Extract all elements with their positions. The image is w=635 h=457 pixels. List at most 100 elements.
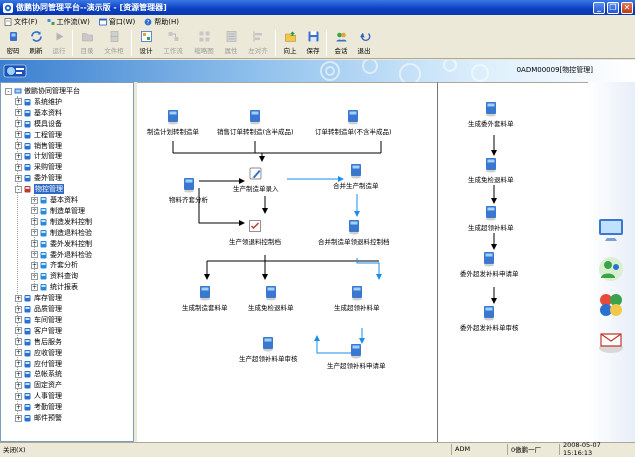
password-button[interactable]: 密码 [2,29,24,57]
node-order-to-manufacture[interactable]: 订单转制造单(不含半成品) [315,109,392,136]
node-issue-return-control[interactable]: 生产领退料控制档 [229,219,281,246]
expand-toggle[interactable]: + [15,370,22,378]
node-outsource-approve[interactable]: 委外超发补料单审核 [460,305,519,332]
node-merge-issue-control[interactable]: 合并制造单领退料控制档 [318,219,390,246]
tree-item[interactable]: + 考勤管理 [15,402,62,412]
restore-button[interactable]: ❐ [607,1,619,14]
tree-item[interactable]: + 模具设备 [15,119,62,129]
tree-item[interactable]: + 车间管理 [15,315,62,325]
properties-button[interactable]: 属性 [220,29,242,57]
thumbnail-button[interactable]: 缩略图 [189,29,219,57]
node-order-entry[interactable]: 生产制造单录入 [233,166,279,193]
module-icon [24,392,32,400]
node-supplement-approve[interactable]: 生产超领补料单审核 [239,336,298,363]
tree-item-label: 齐套分析 [50,261,78,270]
up-button[interactable]: 向上 [279,29,301,57]
expand-toggle[interactable]: + [15,174,22,182]
node-outsource-request[interactable]: 委外超发补料申请单 [460,251,519,278]
tree-root[interactable]: - 傲鹏协同管理平台 [5,86,80,96]
tree-item[interactable]: + 计划管理 [15,151,62,161]
tree-item[interactable]: + 人事管理 [15,391,62,401]
tree-subitem[interactable]: + 统计报表 [31,282,78,292]
expand-toggle[interactable]: + [15,120,22,128]
node-sales-to-order[interactable]: 销售订单转制造(含半成品) [217,109,294,136]
menu-file[interactable]: 文件(F) [4,17,38,27]
node-outsource-kit[interactable]: 生成委外套料单 [468,101,514,128]
expand-toggle[interactable]: + [15,327,22,335]
contacts-shortcut[interactable] [595,254,627,284]
exit-button[interactable]: 退出 [353,29,375,57]
expand-toggle[interactable]: + [15,294,22,302]
expand-toggle[interactable]: + [15,403,22,411]
menu-workflow[interactable]: 工作流(W) [47,17,90,27]
expand-toggle[interactable]: + [15,360,22,367]
tree-item[interactable]: + 固定资产 [15,380,62,390]
tree-subitem[interactable]: + 委外发料控制 [31,239,92,249]
node-gen-kit-list[interactable]: 生成制造套料单 [182,285,228,312]
tree-item[interactable]: + 采购管理 [15,162,62,172]
tree-item[interactable]: + 库存管理 [15,293,62,303]
run-button[interactable]: 运行 [48,29,70,57]
node-supplement-request[interactable]: 生产超领补料申请单 [327,343,386,370]
refresh-button[interactable]: 刷新 [25,29,47,57]
node-outsource-supplement[interactable]: 生成超领补料单 [468,205,514,232]
node-gen-return-list[interactable]: 生成免检退料单 [248,285,294,312]
expand-toggle[interactable]: + [15,305,22,313]
menu-window[interactable]: 窗口(W) [98,17,135,27]
modules-shortcut[interactable] [595,290,627,320]
tree-item[interactable]: + 应收管理 [15,348,62,358]
expand-toggle[interactable]: + [15,414,22,422]
tree-subitem[interactable]: + 制造单管理 [31,206,85,216]
menu-help[interactable]: ? 帮助(H) [144,17,179,27]
tree-item[interactable]: + 售后服务 [15,337,62,347]
chat-button[interactable]: 会话 [330,29,352,57]
node-outsource-return[interactable]: 生成免检退料单 [468,157,514,184]
tree-item[interactable]: + 客户管理 [15,326,62,336]
tree-item[interactable]: + 基本资料 [15,108,62,118]
tree-subitem[interactable]: + 制造发料控制 [31,217,92,227]
workflow-button[interactable]: 工作流 [158,29,188,57]
expand-toggle[interactable]: + [15,316,22,324]
expand-toggle[interactable]: + [15,98,22,106]
expand-toggle[interactable]: + [15,142,22,149]
expand-toggle[interactable]: + [15,392,22,400]
save-button[interactable]: 保存 [302,29,324,57]
expand-toggle[interactable]: + [15,338,22,346]
tree-subitem[interactable]: + 基本资料 [31,195,78,205]
tree-subitem[interactable]: + 制造退料检验 [31,228,92,238]
tree-item[interactable]: - 物控管理 [15,184,64,195]
node-merge-order[interactable]: 合并生产制造单 [333,163,379,190]
expand-toggle[interactable]: + [15,131,22,139]
folder-button[interactable]: 目录 [76,29,98,57]
tree-item[interactable]: + 邮件预警 [15,413,62,423]
tree-item[interactable]: + 品质管理 [15,304,62,314]
tree-item[interactable]: + 委外管理 [15,173,62,183]
close-button[interactable]: ✕ [621,1,633,14]
collapse-toggle[interactable]: - [5,87,12,95]
mail-shortcut[interactable] [595,326,627,356]
expand-toggle[interactable]: + [15,109,22,117]
expand-toggle[interactable]: + [15,163,22,171]
tree-subitem[interactable]: + 委外退料检验 [31,250,92,260]
tree-subitem[interactable]: + 资料查询 [31,271,78,281]
collapse-toggle[interactable]: - [15,185,22,193]
expand-toggle[interactable]: + [15,349,22,357]
tree-item[interactable]: + 总帐系统 [15,369,62,379]
status-user: ADM [452,443,508,455]
node-kit-analysis[interactable]: 物料齐套分析 [169,177,208,204]
status-close[interactable]: 关闭(X) [0,443,452,455]
minimize-button[interactable]: _ [593,1,605,14]
tree-subitem[interactable]: + 齐套分析 [31,260,78,270]
tree-item[interactable]: + 应付管理 [15,359,62,369]
node-gen-supplement[interactable]: 生成超领补料单 [334,285,380,312]
desktop-shortcut[interactable] [595,214,627,244]
expand-toggle[interactable]: + [15,381,22,389]
expand-toggle[interactable]: + [15,152,22,160]
node-plan-to-order[interactable]: 制造计划转制造单 [147,109,199,136]
tree-item[interactable]: + 工程管理 [15,130,62,140]
design-button[interactable]: 设计 [135,29,157,57]
align-left-button[interactable]: 左对齐 [243,29,273,57]
tree-item[interactable]: + 销售管理 [15,141,62,151]
cabinet-button[interactable]: 文件柜 [99,29,129,57]
tree-item[interactable]: + 系统维护 [15,97,62,107]
